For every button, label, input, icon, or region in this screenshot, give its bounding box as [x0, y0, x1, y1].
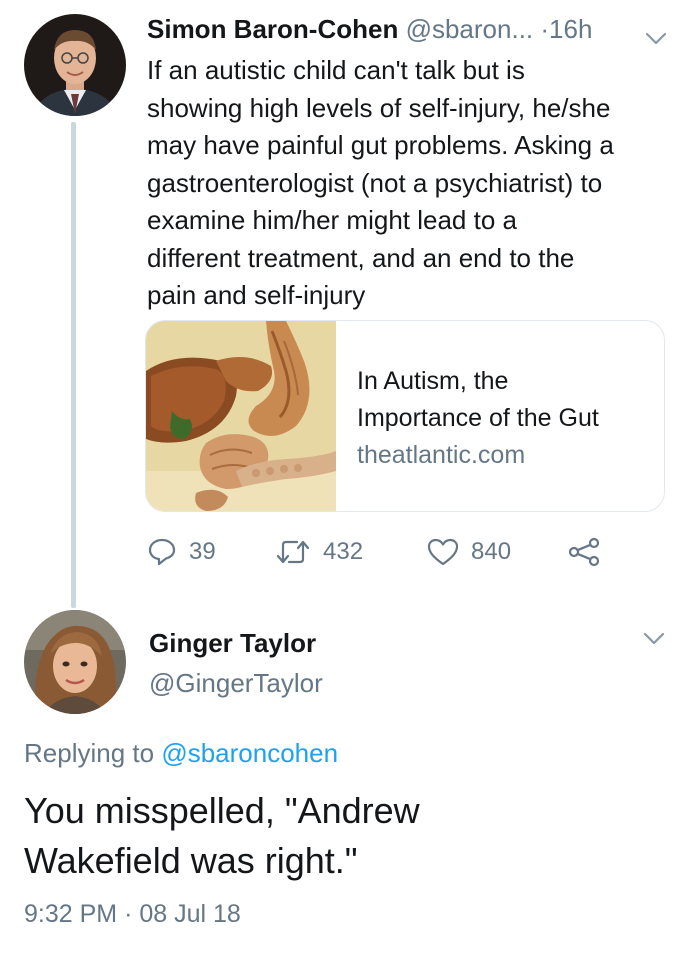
tweet-actions: 39 432 840 [147, 532, 627, 572]
share-button[interactable] [567, 532, 601, 572]
thread-connector-line [71, 122, 76, 608]
reply-author-avatar[interactable] [24, 610, 126, 714]
retweet-button[interactable]: 432 [275, 532, 363, 572]
reply-time: 9:32 PM [24, 900, 118, 928]
chevron-down-icon[interactable] [643, 632, 665, 651]
author-avatar[interactable] [24, 14, 126, 116]
replying-to-link[interactable]: @sbaroncohen [161, 738, 338, 768]
tweet-text-line: pain and self-injury [147, 280, 366, 310]
reply-icon [147, 537, 177, 567]
share-icon [567, 537, 601, 567]
link-preview-card[interactable]: In Autism, the Importance of the Gut the… [145, 320, 665, 512]
retweet-icon [275, 538, 311, 566]
card-title-line: Importance of the Gut [357, 404, 599, 432]
tweet-text: If an autistic child can't talk but is s… [147, 52, 672, 315]
chevron-down-icon[interactable] [645, 22, 667, 53]
reply-timestamp: 9:32 PM · 08 Jul 18 [24, 900, 241, 929]
heart-icon [427, 537, 459, 567]
replying-to: Replying to @sbaroncohen [24, 738, 338, 769]
card-text: In Autism, the Importance of the Gut the… [357, 363, 657, 474]
reply-author-handle[interactable]: @GingerTaylor [149, 668, 323, 699]
tweet-text-line: gastroenterologist (not a psychiatrist) … [147, 167, 603, 198]
replying-to-prefix: Replying to [24, 738, 155, 768]
reply-count: 39 [189, 538, 216, 565]
reply-text: You misspelled, "Andrew Wakefield was ri… [24, 786, 664, 886]
card-thumbnail [146, 321, 336, 511]
tweet-separator: · [540, 14, 550, 44]
author-avatar-image [24, 14, 126, 116]
reply-author-name[interactable]: Ginger Taylor [149, 628, 316, 659]
retweet-count: 432 [323, 538, 364, 565]
tweet-text-line: showing high levels of self-injury, he/s… [147, 92, 611, 123]
reply-button[interactable]: 39 [147, 532, 216, 572]
tweet-text-line: examine him/her might lead to a [147, 205, 517, 235]
card-domain: theatlantic.com [357, 441, 526, 469]
author-handle[interactable]: @sbaron... [406, 14, 534, 44]
reply-date: 08 Jul 18 [139, 900, 241, 928]
card-title-line: In Autism, the [357, 367, 509, 395]
reply-meta-separator: · [124, 900, 133, 928]
reply-text-line: Wakefield was right." [24, 840, 358, 881]
reply-author-avatar-image [24, 610, 126, 714]
tweet-header: Simon Baron-Cohen @sbaron... ·16h [147, 14, 667, 50]
like-count: 840 [471, 538, 512, 565]
like-button[interactable]: 840 [427, 532, 511, 572]
author-name[interactable]: Simon Baron-Cohen [147, 14, 398, 44]
reply-text-line: You misspelled, "Andrew [24, 790, 420, 831]
tweet-text-line: may have painful gut problems. Asking a [147, 130, 614, 160]
tweet-time-ago[interactable]: 16h [549, 14, 592, 44]
tweet-text-line: If an autistic child can't talk but is [147, 55, 525, 85]
tweet-text-line: different treatment, and an end to the [147, 242, 575, 273]
